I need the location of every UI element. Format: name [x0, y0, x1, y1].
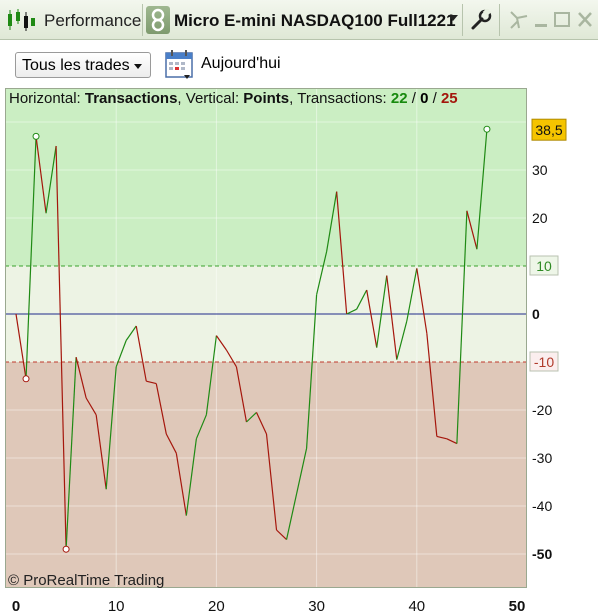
y-tick-label: -40: [532, 498, 552, 514]
separator: /: [432, 90, 437, 107]
title-bar: Performance Micro E-mini NASDAQ100 Full1…: [0, 0, 598, 40]
maximize-icon[interactable]: [554, 12, 570, 27]
wrench-icon[interactable]: [470, 9, 492, 31]
x-tick-label: 30: [308, 598, 325, 615]
last-value-label: 38,5: [535, 122, 562, 138]
transactions-label: Transactions:: [297, 90, 387, 107]
chevron-down-icon: [134, 64, 142, 69]
calendar-icon[interactable]: [164, 49, 196, 81]
winning-trades-count: 22: [390, 90, 408, 107]
neutral-trades-count: 0: [420, 90, 429, 107]
vertical-label: Vertical:: [185, 90, 240, 107]
data-point-marker: [22, 375, 30, 383]
chart-header: Horizontal: Transactions, Vertical: Poin…: [9, 90, 458, 107]
y-tick-label: 30: [532, 162, 548, 178]
trades-filter-dropdown[interactable]: Tous les trades: [15, 52, 151, 78]
link-icon[interactable]: [146, 6, 170, 34]
y-tick-label: -10: [534, 354, 554, 370]
x-tick-label: 10: [108, 598, 125, 615]
minimize-icon[interactable]: [535, 24, 547, 27]
x-tick-label: 50: [509, 598, 526, 615]
tab-divider: [142, 4, 143, 36]
candlestick-icon: [8, 9, 35, 31]
data-point-marker: [62, 545, 70, 553]
data-point-marker: [32, 132, 40, 140]
copyright-text: © ProRealTime Trading: [8, 572, 165, 589]
vertical-value: Points: [243, 90, 290, 107]
y-tick-label: -30: [532, 450, 552, 466]
toolbar: Tous les trades Aujourd'hui: [0, 41, 598, 87]
y-tick-label: 10: [536, 258, 552, 274]
x-tick-label: 20: [208, 598, 225, 615]
date-range-label[interactable]: Aujourd'hui: [201, 55, 281, 73]
x-tick-label: 40: [408, 598, 425, 615]
tab-divider: [499, 4, 500, 36]
horizontal-label: Horizontal:: [9, 90, 81, 107]
tab-divider: [462, 4, 463, 36]
horizontal-value: Transactions: [84, 90, 178, 107]
data-point-marker: [483, 125, 491, 133]
y-tick-label: -50: [532, 546, 552, 562]
performance-chart: 30 20 10 0 -10 -20 -30 -40 -50 38,5 0 10 20 30 40 50: [5, 88, 598, 616]
y-tick-label: -20: [532, 402, 552, 418]
chart-canvas: 30 20 10 0 -10 -20 -30 -40 -50 38,5 0 10 20 30 40 50: [5, 88, 598, 616]
window-controls: [510, 11, 592, 29]
y-tick-label: 0: [532, 306, 540, 322]
instrument-title[interactable]: Micro E-mini NASDAQ100 Full1221: [174, 11, 456, 31]
chevron-down-icon[interactable]: [448, 15, 458, 21]
y-tick-label: 20: [532, 210, 548, 226]
trades-filter-value: Tous les trades: [22, 57, 130, 74]
performance-tab-title[interactable]: Performance: [44, 11, 141, 31]
separator: /: [411, 90, 416, 107]
positive-zone: [5, 88, 527, 266]
pin-icon[interactable]: [510, 11, 528, 29]
close-icon[interactable]: [578, 12, 592, 27]
losing-trades-count: 25: [440, 90, 458, 107]
x-tick-label: 0: [12, 598, 20, 615]
